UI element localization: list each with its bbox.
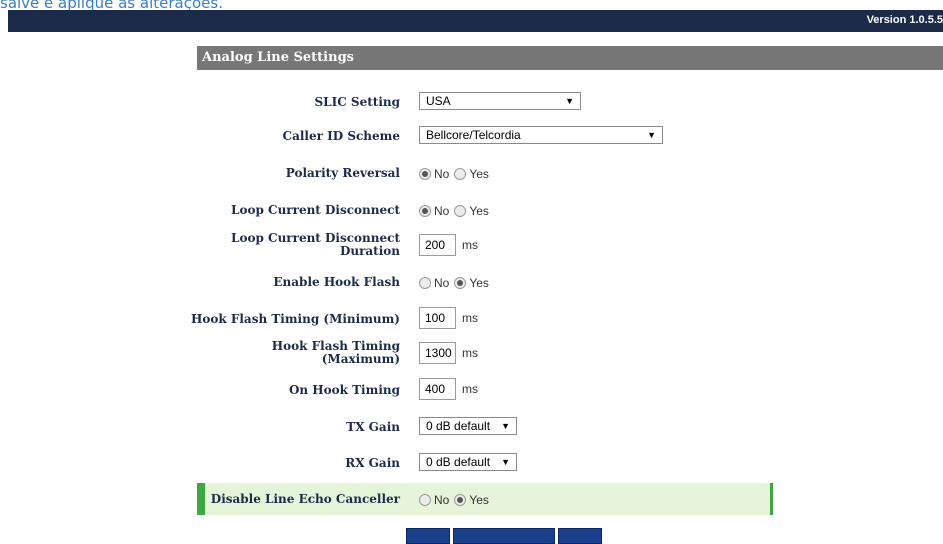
- row-hook-flash-timing-min: Hook Flash Timing (Minimum) 100 ms: [191, 307, 773, 331]
- row-loop-current-disconnect: Loop Current Disconnect No Yes: [197, 202, 773, 220]
- label-line: (Maximum): [321, 352, 400, 366]
- slic-setting-value: USA: [426, 94, 451, 108]
- chevron-down-icon: ▼: [501, 457, 510, 467]
- chevron-down-icon: ▼: [647, 130, 656, 140]
- top-bar: Version 1.0.5.5: [8, 10, 943, 32]
- chevron-down-icon: ▼: [501, 421, 510, 431]
- row-disable-line-echo-canceller: Disable Line Echo Canceller No Yes: [197, 490, 773, 508]
- row-loop-current-disconnect-duration: Loop Current Disconnect Duration 200 ms: [197, 232, 773, 260]
- rx-gain-label: RX Gain: [345, 456, 400, 470]
- row-enable-hook-flash: Enable Hook Flash No Yes: [197, 274, 773, 292]
- save-button[interactable]: [406, 528, 450, 544]
- tx-gain-select[interactable]: 0 dB default ▼: [419, 417, 517, 435]
- enable-hook-flash-yes-radio[interactable]: [454, 277, 467, 289]
- on-hook-timing-label: On Hook Timing: [288, 383, 400, 397]
- panel-title: Analog Line Settings: [202, 50, 354, 65]
- tx-gain-value: 0 dB default: [426, 419, 491, 433]
- caller-id-scheme-value: Bellcore/Telcordia: [426, 128, 521, 142]
- tx-gain-label: TX Gain: [346, 420, 400, 434]
- loop-current-disconnect-yes-radio[interactable]: [454, 205, 467, 217]
- label-line: Duration: [339, 244, 400, 258]
- unit-label: ms: [462, 311, 478, 325]
- top-caption: salve e aplique as alterações.: [0, 0, 223, 12]
- radio-label: No: [434, 276, 450, 290]
- hook-flash-timing-max-label: Hook Flash Timing (Maximum): [180, 340, 400, 366]
- caller-id-scheme-label: Caller ID Scheme: [282, 129, 400, 143]
- radio-label: Yes: [469, 204, 489, 218]
- row-slic-setting: SLIC Setting USA ▼: [197, 92, 773, 112]
- row-tx-gain: TX Gain 0 dB default ▼: [197, 417, 773, 437]
- unit-label: ms: [462, 238, 478, 252]
- rx-gain-value: 0 dB default: [426, 455, 491, 469]
- disable-line-echo-canceller-no-radio[interactable]: [419, 494, 431, 506]
- panel-header: Analog Line Settings: [197, 46, 943, 70]
- enable-hook-flash-no-radio[interactable]: [419, 277, 431, 289]
- disable-line-echo-canceller-label: Disable Line Echo Canceller: [210, 492, 400, 506]
- row-caller-id-scheme: Caller ID Scheme Bellcore/Telcordia ▼: [197, 126, 773, 146]
- radio-label: No: [434, 167, 450, 181]
- version-label: Version 1.0.5.5: [866, 14, 943, 26]
- radio-label: No: [434, 493, 450, 507]
- loop-current-disconnect-duration-input[interactable]: 200: [419, 234, 456, 256]
- row-rx-gain: RX Gain 0 dB default ▼: [197, 453, 773, 473]
- hook-flash-timing-max-input[interactable]: 1300: [419, 342, 456, 364]
- chevron-down-icon: ▼: [565, 96, 574, 106]
- hook-flash-timing-min-label: Hook Flash Timing (Minimum): [191, 312, 400, 326]
- radio-label: Yes: [469, 167, 489, 181]
- row-polarity-reversal: Polarity Reversal No Yes: [197, 165, 773, 183]
- unit-label: ms: [462, 382, 478, 396]
- radio-label: No: [434, 204, 450, 218]
- save-and-apply-button[interactable]: [453, 528, 555, 544]
- hook-flash-timing-min-input[interactable]: 100: [419, 307, 456, 329]
- polarity-reversal-label: Polarity Reversal: [285, 166, 400, 180]
- reset-button[interactable]: [558, 528, 602, 544]
- polarity-reversal-yes-radio[interactable]: [454, 168, 467, 180]
- row-on-hook-timing: On Hook Timing 400 ms: [197, 378, 773, 402]
- rx-gain-select[interactable]: 0 dB default ▼: [419, 453, 517, 471]
- loop-current-disconnect-duration-label: Loop Current Disconnect Duration: [180, 232, 400, 258]
- row-hook-flash-timing-max: Hook Flash Timing (Maximum) 1300 ms: [197, 340, 773, 368]
- enable-hook-flash-label: Enable Hook Flash: [273, 275, 400, 289]
- radio-label: Yes: [469, 276, 489, 290]
- caller-id-scheme-select[interactable]: Bellcore/Telcordia ▼: [419, 126, 663, 144]
- slic-setting-select[interactable]: USA ▼: [419, 92, 581, 110]
- unit-label: ms: [462, 346, 478, 360]
- polarity-reversal-no-radio[interactable]: [419, 168, 431, 180]
- disable-line-echo-canceller-yes-radio[interactable]: [454, 494, 467, 506]
- on-hook-timing-input[interactable]: 400: [419, 378, 456, 400]
- radio-label: Yes: [469, 493, 489, 507]
- loop-current-disconnect-label: Loop Current Disconnect: [231, 203, 400, 217]
- loop-current-disconnect-no-radio[interactable]: [419, 205, 431, 217]
- slic-setting-label: SLIC Setting: [314, 95, 400, 109]
